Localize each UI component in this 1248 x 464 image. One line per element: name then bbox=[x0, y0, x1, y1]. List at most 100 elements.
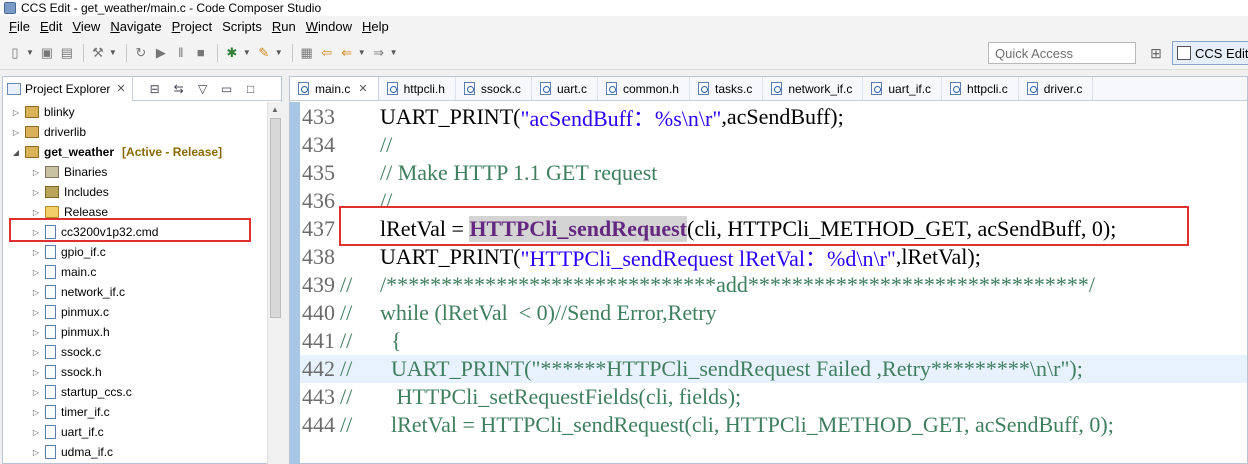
new-dropdown-icon[interactable]: ▼ bbox=[26, 48, 34, 57]
tree-item-main-c[interactable]: ▷ main.c bbox=[31, 262, 96, 282]
tree-project-blinky[interactable]: ▷ blinky bbox=[11, 102, 75, 122]
tree-project-get_weather[interactable]: ◢ get_weather [Active - Release] bbox=[11, 142, 222, 162]
expand-arrow-icon[interactable]: ▷ bbox=[31, 348, 41, 357]
tab-driver-c[interactable]: driver.c bbox=[1019, 77, 1094, 100]
tree-item-udma-if-c[interactable]: ▷ udma_if.c bbox=[31, 442, 113, 462]
explorer-scrollbar[interactable]: ▲ bbox=[267, 102, 282, 464]
maximize-icon[interactable]: □ bbox=[243, 81, 259, 97]
tree-project-driverlib[interactable]: ▷ driverlib bbox=[11, 122, 86, 142]
project-explorer-panel: Project Explorer ✕ ⊟ ⇆ ▽ ▭ □ ▷ blinky ▷ dri… bbox=[2, 76, 282, 464]
expand-arrow-icon[interactable]: ▷ bbox=[31, 168, 41, 177]
expand-arrow-icon[interactable]: ◢ bbox=[11, 148, 21, 157]
tab-ssock-c[interactable]: ssock.c bbox=[456, 77, 532, 100]
tab-project-explorer[interactable]: Project Explorer ✕ bbox=[3, 76, 133, 101]
code-line[interactable]: 443// HTTPCli_setRequestFields(cli, fiel… bbox=[300, 383, 1247, 411]
save-all-icon[interactable]: ▤ bbox=[58, 44, 76, 62]
tree-item-pinmux-h[interactable]: ▷ pinmux.h bbox=[31, 322, 110, 342]
expand-arrow-icon[interactable]: ▷ bbox=[31, 368, 41, 377]
resume-icon[interactable]: ▶ bbox=[152, 44, 170, 62]
restart-icon[interactable]: ↻ bbox=[132, 44, 150, 62]
suspend-icon[interactable]: ‖ bbox=[172, 44, 190, 62]
editor-tab-label: httpcli.h bbox=[403, 81, 445, 96]
expand-arrow-icon[interactable]: ▷ bbox=[31, 328, 41, 337]
tab-uart-c[interactable]: uart.c bbox=[532, 77, 598, 100]
code-line[interactable]: 434 // bbox=[300, 131, 1247, 159]
back-dropdown-icon[interactable]: ▼ bbox=[358, 48, 366, 57]
back-icon[interactable]: ⇐ bbox=[338, 44, 356, 62]
toggle-mark-icon[interactable]: ▦ bbox=[298, 44, 316, 62]
expand-arrow-icon[interactable]: ▷ bbox=[31, 428, 41, 437]
menu-scripts[interactable]: Scripts bbox=[217, 19, 267, 34]
minimize-icon[interactable]: ▭ bbox=[219, 81, 235, 97]
build-icon[interactable]: ⚒ bbox=[89, 44, 107, 62]
expand-arrow-icon[interactable]: ▷ bbox=[31, 288, 41, 297]
tab-httpcli-c[interactable]: httpcli.c bbox=[942, 77, 1019, 100]
code-editor[interactable]: 433 UART_PRINT("acSendBuff：%s\n\r" ,acSen… bbox=[290, 102, 1247, 464]
expand-arrow-icon[interactable]: ▷ bbox=[31, 308, 41, 317]
tree-item-network-if-c[interactable]: ▷ network_if.c bbox=[31, 282, 125, 302]
new-icon[interactable]: ▯ bbox=[6, 44, 24, 62]
tree-item-gpio-if-c[interactable]: ▷ gpio_if.c bbox=[31, 242, 106, 262]
menu-help[interactable]: Help bbox=[357, 19, 394, 34]
menu-window[interactable]: Window bbox=[301, 19, 357, 34]
tree-item-pinmux-c[interactable]: ▷ pinmux.c bbox=[31, 302, 109, 322]
tree-item-timer-if-c[interactable]: ▷ timer_if.c bbox=[31, 402, 110, 422]
tab-httpcli-h[interactable]: httpcli.h bbox=[379, 77, 456, 100]
tree-item-uart-if-c[interactable]: ▷ uart_if.c bbox=[31, 422, 104, 442]
expand-arrow-icon[interactable]: ▷ bbox=[31, 268, 41, 277]
expand-arrow-icon[interactable]: ▷ bbox=[11, 108, 21, 117]
expand-arrow-icon[interactable]: ▷ bbox=[31, 388, 41, 397]
build-dropdown-icon[interactable]: ▼ bbox=[109, 48, 117, 57]
view-menu-icon[interactable]: ▽ bbox=[195, 81, 211, 97]
code-line[interactable]: 444// lRetVal = HTTPCli_sendRequest(cli,… bbox=[300, 411, 1247, 439]
code-line[interactable]: 435 // Make HTTP 1.1 GET request bbox=[300, 159, 1247, 187]
tree-item-ssock-c[interactable]: ▷ ssock.c bbox=[31, 342, 101, 362]
code-line[interactable]: 441// { bbox=[300, 327, 1247, 355]
tab-uart-if-c[interactable]: uart_if.c bbox=[863, 77, 943, 100]
collapse-all-icon[interactable]: ⊟ bbox=[147, 81, 163, 97]
tree-item-binaries[interactable]: ▷ Binaries bbox=[31, 162, 107, 182]
scroll-up-icon[interactable]: ▲ bbox=[271, 105, 279, 114]
menu-edit[interactable]: Edit bbox=[35, 19, 67, 34]
save-icon[interactable]: ▣ bbox=[38, 44, 56, 62]
code-line[interactable]: 433 UART_PRINT("acSendBuff：%s\n\r" ,acSen… bbox=[300, 103, 1247, 131]
perspective-ccs-edit-button[interactable]: CCS Edit bbox=[1172, 41, 1248, 65]
expand-arrow-icon[interactable]: ▷ bbox=[31, 408, 41, 417]
menu-view[interactable]: View bbox=[67, 19, 105, 34]
tab-main-c[interactable]: main.c ✕ bbox=[290, 77, 379, 100]
debug-dropdown-icon[interactable]: ▼ bbox=[243, 48, 251, 57]
menu-run[interactable]: Run bbox=[267, 19, 301, 34]
code-line[interactable]: 440// while (lRetVal < 0)//Send Error,Re… bbox=[300, 299, 1247, 327]
code-line[interactable]: 442// UART_PRINT("******HTTPCli_sendRequ… bbox=[300, 355, 1247, 383]
menu-file[interactable]: File bbox=[4, 19, 35, 34]
tree-item-startup-ccs-c[interactable]: ▷ startup_ccs.c bbox=[31, 382, 132, 402]
tab-tasks-c[interactable]: tasks.c bbox=[690, 77, 764, 100]
scrollbar-thumb[interactable] bbox=[270, 118, 281, 318]
forward-dropdown-icon[interactable]: ▼ bbox=[390, 48, 398, 57]
editor-tab-label: driver.c bbox=[1043, 81, 1083, 96]
menu-project[interactable]: Project bbox=[167, 19, 217, 34]
terminate-icon[interactable]: ■ bbox=[192, 44, 210, 62]
expand-arrow-icon[interactable]: ▷ bbox=[31, 248, 41, 257]
last-edit-icon[interactable]: ⇦ bbox=[318, 44, 336, 62]
tab-network-if-c[interactable]: network_if.c bbox=[763, 77, 864, 100]
tab-common-h[interactable]: common.h bbox=[598, 77, 690, 100]
tree-item-includes[interactable]: ▷ Includes bbox=[31, 182, 109, 202]
flash-icon[interactable]: ✎ bbox=[255, 44, 273, 62]
code-line[interactable]: 439// /******************************add… bbox=[300, 271, 1247, 299]
expand-arrow-icon[interactable]: ▷ bbox=[31, 448, 41, 457]
expand-arrow-icon[interactable]: ▷ bbox=[31, 208, 41, 217]
close-icon[interactable]: ✕ bbox=[116, 82, 125, 95]
expand-arrow-icon[interactable]: ▷ bbox=[31, 188, 41, 197]
debug-icon[interactable]: ✱ bbox=[223, 44, 241, 62]
expand-arrow-icon[interactable]: ▷ bbox=[11, 128, 21, 137]
link-with-editor-icon[interactable]: ⇆ bbox=[171, 81, 187, 97]
close-icon[interactable]: ✕ bbox=[358, 82, 367, 95]
flash-dropdown-icon[interactable]: ▼ bbox=[275, 48, 283, 57]
open-perspective-icon[interactable]: ⊞ bbox=[1146, 43, 1166, 63]
menu-navigate[interactable]: Navigate bbox=[105, 19, 166, 34]
tree-item-ssock-h[interactable]: ▷ ssock.h bbox=[31, 362, 102, 382]
code-line[interactable]: 438 UART_PRINT("HTTPCli_sendRequest lRet… bbox=[300, 243, 1247, 271]
forward-icon[interactable]: ⇒ bbox=[370, 44, 388, 62]
quick-access-input[interactable]: Quick Access bbox=[988, 42, 1136, 64]
